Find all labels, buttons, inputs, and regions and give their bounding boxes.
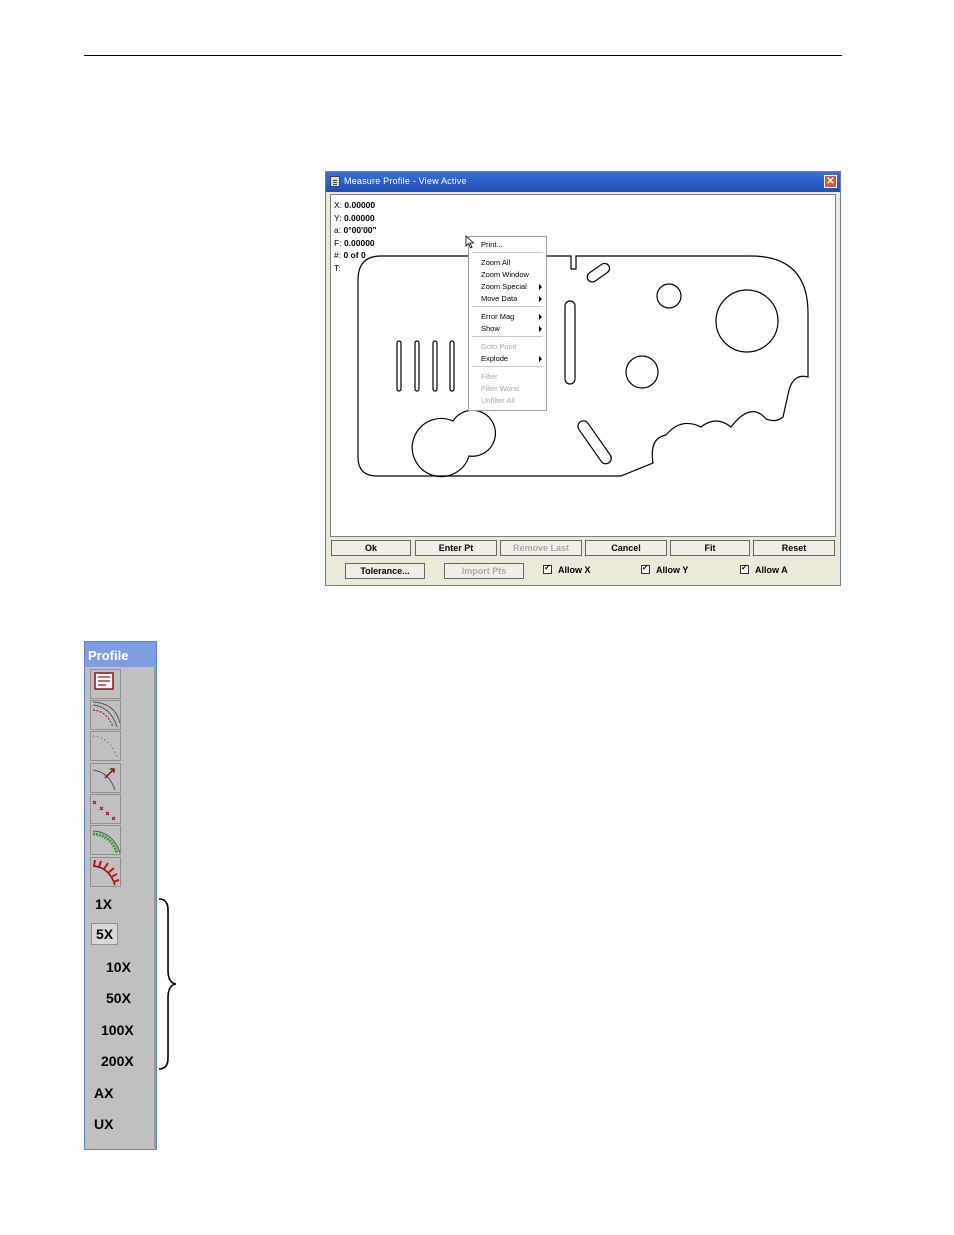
right-brace-annotation	[158, 898, 177, 1070]
allow-x-checkbox[interactable]: Allow X	[543, 563, 591, 575]
checkbox-checked-icon	[641, 563, 650, 574]
profile-view-canvas[interactable]: X: 0.00000 Y: 0.00000 a: 0°00'00" F: 0.0…	[330, 194, 836, 537]
menu-item-explode[interactable]: Explode	[481, 354, 508, 363]
menu-separator	[472, 252, 543, 253]
report-button[interactable]	[90, 669, 121, 699]
profile-vector-icon	[92, 768, 116, 791]
profile-red-whiskers-button[interactable]	[90, 857, 121, 887]
menu-separator	[472, 336, 543, 337]
readout-y: Y: 0.00000	[334, 212, 375, 223]
coordinate-readout: X: 0.00000 Y: 0.00000 a: 0°00'00" F: 0.0…	[334, 199, 377, 275]
zoom-ax-button[interactable]: AX	[94, 1085, 113, 1101]
zoom-ux-button[interactable]: UX	[94, 1116, 113, 1132]
zoom-100x-button[interactable]: 100X	[101, 1022, 134, 1038]
profile-red-whiskers-icon	[92, 859, 120, 886]
readout-f: F: 0.00000	[334, 237, 375, 248]
menu-item-zoom-all[interactable]: Zoom All	[481, 258, 510, 267]
zoom-50x-button[interactable]: 50X	[106, 990, 131, 1006]
menu-item-goto-point[interactable]: Goto Point	[481, 342, 516, 351]
menu-separator	[472, 366, 543, 367]
tolerance-button[interactable]: Tolerance...	[345, 563, 425, 579]
menu-item-error-mag[interactable]: Error Mag	[481, 312, 514, 321]
zoom-10x-button[interactable]: 10X	[106, 959, 131, 975]
submenu-arrow-icon	[539, 284, 542, 290]
readout-a: a: 0°00'00"	[334, 225, 377, 236]
profile-toolbar: Profile 1X 5X 10X 50X 100X 200X AX UX	[84, 641, 157, 1150]
profile-crosses-icon	[92, 800, 116, 821]
remove-last-button[interactable]: Remove Last	[500, 540, 582, 556]
menu-item-print[interactable]: Print...	[481, 240, 503, 249]
window-icon[interactable]	[330, 176, 340, 187]
toolbar-edge	[154, 667, 156, 1150]
profile-vector-button[interactable]	[90, 763, 121, 793]
page-top-rule	[84, 55, 842, 56]
toolbar-title: Profile	[85, 642, 156, 667]
profile-points-icon	[92, 735, 118, 759]
profile-tolerance-icon	[92, 701, 121, 728]
menu-item-filter-worst[interactable]: Filter Worst	[481, 384, 519, 393]
allow-y-checkbox[interactable]: Allow Y	[641, 563, 688, 575]
allow-a-checkbox[interactable]: Allow A	[740, 563, 788, 575]
readout-count: #: 0 of 0	[334, 250, 366, 261]
readout-x: X: 0.00000	[334, 200, 376, 210]
mouse-pointer-icon	[465, 235, 475, 249]
profile-green-band-icon	[92, 830, 121, 854]
dialog-titlebar[interactable]: Measure Profile - View Active ✕	[326, 172, 840, 192]
import-pts-button[interactable]: Import Pts	[444, 563, 524, 579]
menu-item-zoom-window[interactable]: Zoom Window	[481, 270, 529, 279]
cancel-button[interactable]: Cancel	[585, 540, 667, 556]
measure-profile-dialog: Measure Profile - View Active ✕ X: 0.000…	[325, 171, 841, 586]
close-button[interactable]: ✕	[824, 175, 837, 188]
dialog-title: Measure Profile - View Active	[344, 176, 467, 186]
readout-t: T:	[334, 262, 341, 273]
profile-green-band-button[interactable]	[90, 825, 121, 855]
zoom-1x-button[interactable]: 1X	[95, 896, 112, 912]
part-profile-drawing	[357, 255, 809, 478]
submenu-arrow-icon	[539, 314, 542, 320]
profile-crosses-button[interactable]	[90, 794, 121, 824]
profile-points-button[interactable]	[90, 731, 121, 761]
ok-button[interactable]: Ok	[331, 540, 411, 556]
fit-button[interactable]: Fit	[670, 540, 750, 556]
report-icon	[94, 672, 114, 690]
menu-item-zoom-special[interactable]: Zoom Special	[481, 282, 527, 291]
checkbox-checked-icon	[740, 563, 749, 574]
enter-pt-button[interactable]: Enter Pt	[415, 540, 497, 556]
menu-item-filter[interactable]: Filter	[481, 372, 498, 381]
context-menu: Print... Zoom All Zoom Window Zoom Speci…	[468, 236, 547, 411]
zoom-5x-button[interactable]: 5X	[91, 923, 119, 945]
submenu-arrow-icon	[539, 296, 542, 302]
menu-item-move-data[interactable]: Move Data	[481, 294, 517, 303]
submenu-arrow-icon	[539, 356, 542, 362]
submenu-arrow-icon	[539, 326, 542, 332]
menu-item-unfilter-all[interactable]: Unfilter All	[481, 396, 515, 405]
reset-button[interactable]: Reset	[753, 540, 835, 556]
zoom-200x-button[interactable]: 200X	[101, 1053, 134, 1069]
menu-item-show[interactable]: Show	[481, 324, 500, 333]
menu-separator	[472, 306, 543, 307]
checkbox-checked-icon	[543, 563, 552, 574]
profile-tolerance-button[interactable]	[90, 700, 121, 730]
